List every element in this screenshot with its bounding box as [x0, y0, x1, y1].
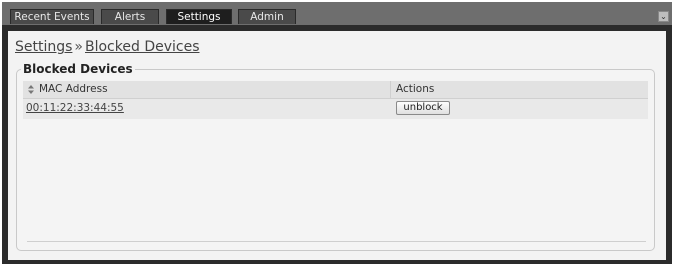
tab-alerts[interactable]: Alerts	[101, 9, 159, 24]
table-header: MAC Address Actions	[23, 81, 648, 99]
tab-recent-events[interactable]: Recent Events	[10, 9, 94, 24]
breadcrumb-settings-link[interactable]: Settings	[15, 39, 72, 55]
blocked-devices-table: MAC Address Actions 00:11:22:33:44:55 un…	[23, 81, 648, 119]
column-header-actions: Actions	[390, 81, 648, 98]
content-panel: Settings» Blocked Devices Blocked Devices…	[8, 31, 666, 260]
tab-bar: Recent Events Alerts Settings Admin ⌄	[2, 2, 672, 25]
fieldset-legend: Blocked Devices	[21, 62, 135, 76]
blocked-devices-fieldset: Blocked Devices MAC Address Actions 00:1…	[16, 62, 655, 251]
unblock-button[interactable]: unblock	[396, 101, 450, 115]
breadcrumb-separator: »	[74, 39, 83, 55]
column-header-mac[interactable]: MAC Address	[23, 81, 390, 98]
tab-admin[interactable]: Admin	[238, 9, 296, 24]
tab-settings[interactable]: Settings	[166, 9, 232, 24]
column-header-mac-label: MAC Address	[39, 83, 108, 95]
table-row: 00:11:22:33:44:55 unblock	[23, 99, 648, 119]
breadcrumb-blocked-devices-link[interactable]: Blocked Devices	[85, 39, 200, 55]
chevron-down-icon[interactable]: ⌄	[658, 11, 669, 22]
breadcrumb: Settings» Blocked Devices	[15, 39, 200, 55]
mac-address-link[interactable]: 00:11:22:33:44:55	[26, 102, 124, 114]
app-frame: Recent Events Alerts Settings Admin ⌄ Se…	[2, 2, 672, 264]
sort-icon	[28, 85, 34, 94]
divider	[27, 241, 646, 242]
column-header-actions-label: Actions	[396, 83, 435, 95]
